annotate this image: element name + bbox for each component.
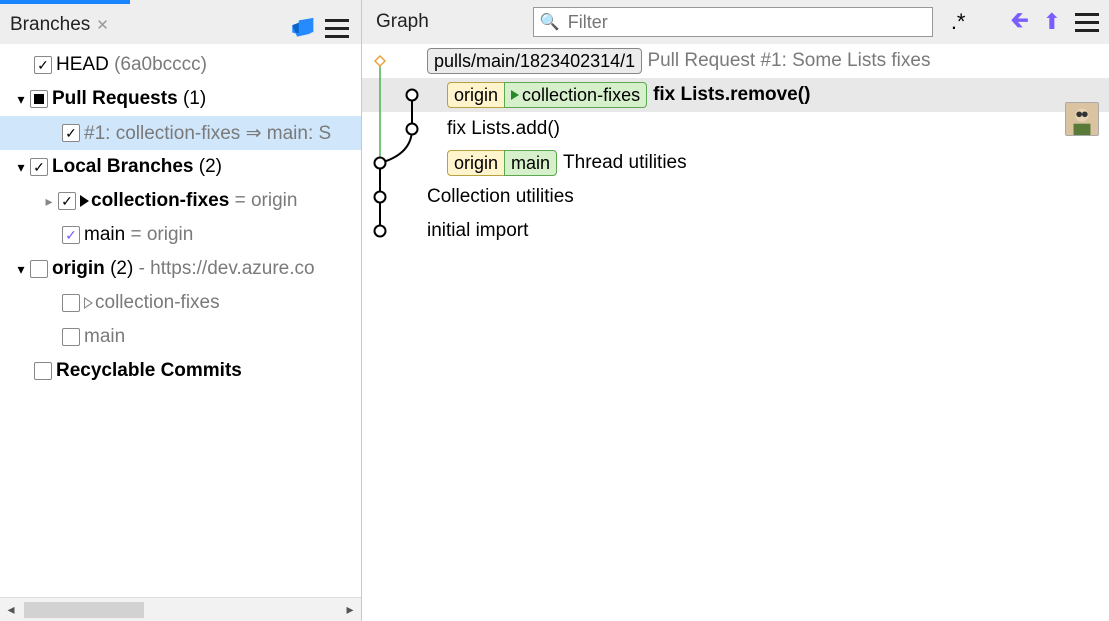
checkbox[interactable] bbox=[30, 158, 48, 176]
commit-message: initial import bbox=[427, 220, 528, 242]
commit-row[interactable]: fix Lists.add() bbox=[362, 112, 1109, 146]
remote-branch-collection-fixes[interactable]: collection-fixes bbox=[0, 286, 361, 320]
branch-name: collection-fixes bbox=[91, 190, 229, 212]
branches-tab-label: Branches bbox=[10, 14, 90, 36]
ref-branch[interactable]: collection-fixes bbox=[504, 82, 647, 108]
menu-icon[interactable] bbox=[1075, 13, 1099, 32]
active-tab-indicator bbox=[0, 0, 130, 4]
back-icon[interactable]: 🡰 bbox=[1011, 3, 1029, 41]
menu-icon[interactable] bbox=[325, 19, 349, 38]
filter-input-wrapper[interactable]: 🔍 bbox=[533, 7, 933, 37]
left-tabbar: Branches ✕ bbox=[0, 0, 361, 44]
local-branches-label: Local Branches bbox=[52, 156, 194, 178]
branches-panel: Branches ✕ HEAD (6a0bcccc) ▾ Pull Reques bbox=[0, 0, 362, 621]
pr-header-row[interactable]: pulls/main/1823402314/1 Pull Request #1:… bbox=[362, 44, 1109, 78]
pr-ref[interactable]: pulls/main/1823402314/1 bbox=[427, 48, 642, 74]
local-branch-collection-fixes[interactable]: ▸ collection-fixes = origin bbox=[0, 184, 361, 218]
commit-message: fix Lists.remove() bbox=[653, 84, 810, 106]
pull-requests-group[interactable]: ▾ Pull Requests (1) bbox=[0, 82, 361, 116]
branches-tree[interactable]: HEAD (6a0bcccc) ▾ Pull Requests (1) #1: … bbox=[0, 44, 361, 597]
close-icon[interactable]: ✕ bbox=[96, 16, 109, 34]
current-branch-icon bbox=[80, 195, 89, 207]
graph-title: Graph bbox=[372, 11, 429, 33]
chevron-down-icon[interactable]: ▾ bbox=[12, 91, 30, 108]
scroll-right-icon[interactable]: ▸ bbox=[339, 601, 361, 618]
checkbox[interactable] bbox=[62, 328, 80, 346]
commit-row[interactable]: origin collection-fixes fix Lists.remove… bbox=[362, 78, 1109, 112]
checkbox[interactable] bbox=[34, 56, 52, 74]
home-icon[interactable]: ⬆ bbox=[1043, 9, 1061, 35]
scroll-left-icon[interactable]: ◂ bbox=[0, 601, 22, 618]
remote-branch-icon bbox=[84, 297, 93, 309]
local-branches-group[interactable]: ▾ Local Branches (2) bbox=[0, 150, 361, 184]
ref-origin[interactable]: origin bbox=[447, 150, 505, 176]
commit-message: Thread utilities bbox=[563, 152, 687, 174]
ref-branch[interactable]: main bbox=[504, 150, 557, 176]
branch-tracking: = origin bbox=[235, 190, 298, 212]
checkbox[interactable] bbox=[62, 124, 80, 142]
head-hash: (6a0bcccc) bbox=[114, 54, 207, 76]
checkbox[interactable] bbox=[62, 294, 80, 312]
chevron-down-icon[interactable]: ▾ bbox=[12, 261, 30, 278]
search-icon: 🔍 bbox=[540, 12, 560, 32]
commit-row[interactable]: Collection utilities bbox=[362, 180, 1109, 214]
branch-name: main bbox=[84, 224, 125, 246]
azure-devops-icon[interactable] bbox=[289, 13, 315, 44]
origin-group[interactable]: ▾ origin (2) - https://dev.azure.co bbox=[0, 252, 361, 286]
pr-item[interactable]: #1: collection-fixes ⇒ main: S bbox=[0, 116, 361, 150]
commit-graph[interactable]: pulls/main/1823402314/1 Pull Request #1:… bbox=[362, 44, 1109, 621]
graph-panel: Graph 🔍 .* 🡰 ⬆ bbox=[362, 0, 1109, 621]
checkbox[interactable] bbox=[30, 90, 48, 108]
recyclable-label: Recyclable Commits bbox=[56, 360, 242, 382]
commit-message: fix Lists.add() bbox=[447, 118, 560, 140]
ref-origin[interactable]: origin bbox=[447, 82, 505, 108]
checkbox[interactable] bbox=[30, 260, 48, 278]
origin-label: origin bbox=[52, 258, 105, 280]
branch-name: collection-fixes bbox=[95, 292, 220, 314]
commit-row[interactable]: origin main Thread utilities bbox=[362, 146, 1109, 180]
current-branch-icon bbox=[511, 90, 519, 100]
branch-name: main bbox=[84, 326, 125, 348]
branch-tracking: = origin bbox=[130, 224, 193, 246]
checkbox[interactable] bbox=[34, 362, 52, 380]
branches-tab[interactable]: Branches ✕ bbox=[6, 8, 119, 44]
horizontal-scrollbar[interactable]: ◂ ▸ bbox=[0, 597, 361, 621]
author-avatar[interactable] bbox=[1065, 102, 1099, 136]
recyclable-commits-group[interactable]: Recyclable Commits bbox=[0, 354, 361, 388]
head-label: HEAD bbox=[56, 54, 109, 76]
commit-message: Collection utilities bbox=[427, 186, 574, 208]
origin-url: - https://dev.azure.co bbox=[139, 258, 315, 280]
pull-requests-count: (1) bbox=[183, 88, 206, 110]
pr-title: Pull Request #1: Some Lists fixes bbox=[647, 50, 930, 72]
checkbox[interactable] bbox=[62, 226, 80, 244]
chevron-right-icon[interactable]: ▸ bbox=[40, 193, 58, 210]
remote-branch-main[interactable]: main bbox=[0, 320, 361, 354]
checkbox[interactable] bbox=[58, 192, 76, 210]
local-branches-count: (2) bbox=[199, 156, 222, 178]
right-tabbar: Graph 🔍 .* 🡰 ⬆ bbox=[362, 0, 1109, 44]
regex-toggle[interactable]: .* bbox=[951, 9, 966, 35]
chevron-down-icon[interactable]: ▾ bbox=[12, 159, 30, 176]
pull-requests-label: Pull Requests bbox=[52, 88, 178, 110]
pr-item-label: #1: collection-fixes ⇒ main: S bbox=[84, 122, 331, 145]
filter-input[interactable] bbox=[566, 11, 926, 34]
scroll-thumb[interactable] bbox=[24, 602, 144, 618]
origin-count: (2) bbox=[110, 258, 133, 280]
local-branch-main[interactable]: main = origin bbox=[0, 218, 361, 252]
commit-row[interactable]: initial import bbox=[362, 214, 1109, 248]
head-row[interactable]: HEAD (6a0bcccc) bbox=[0, 48, 361, 82]
